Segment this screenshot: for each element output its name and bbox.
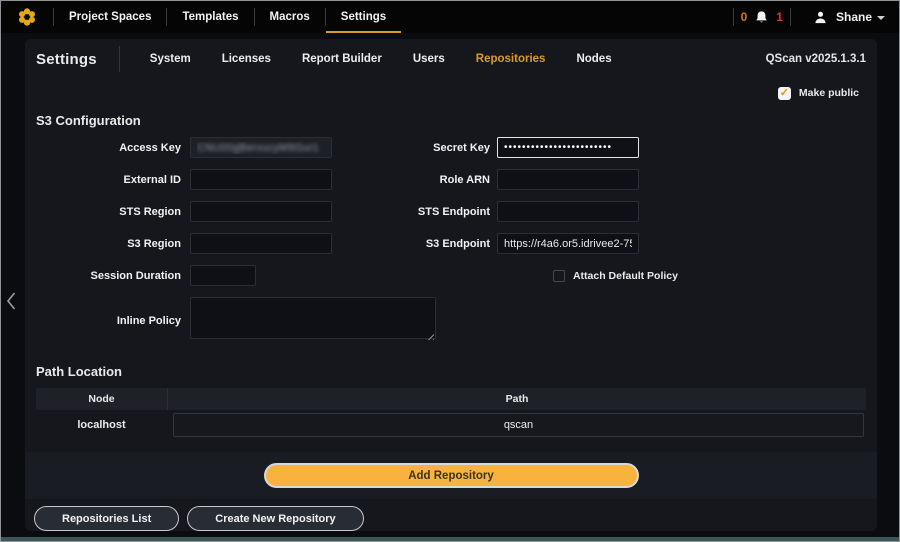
bell-icon[interactable] <box>754 10 769 25</box>
table-row: localhost qscan <box>36 410 866 440</box>
nav-templates[interactable]: Templates <box>167 1 253 33</box>
nav-project-spaces[interactable]: Project Spaces <box>54 1 166 33</box>
tab-users[interactable]: Users <box>413 53 445 65</box>
topbar-divider <box>733 8 734 26</box>
user-name: Shane <box>836 10 872 24</box>
attach-default-policy-row: Attach Default Policy <box>553 270 678 282</box>
flower-gear-logo-icon <box>17 7 37 27</box>
form-row-keys: Access Key Secret Key <box>25 137 877 158</box>
sts-region-input[interactable] <box>190 201 332 222</box>
top-navigation-bar: Project Spaces Templates Macros Settings… <box>1 1 899 33</box>
nav-macros[interactable]: Macros <box>255 1 325 33</box>
tab-nodes[interactable]: Nodes <box>576 53 611 65</box>
s3-endpoint-label: S3 Endpoint <box>341 238 490 250</box>
session-duration-input[interactable] <box>190 265 256 286</box>
notification-count-one: 1 <box>776 10 783 24</box>
repositories-list-button[interactable]: Repositories List <box>34 506 179 531</box>
chevron-left-icon <box>5 291 17 311</box>
secret-key-input[interactable] <box>497 137 639 158</box>
path-cell-input[interactable]: qscan <box>173 413 864 437</box>
sts-endpoint-label: STS Endpoint <box>341 206 490 218</box>
collapse-panel-button[interactable] <box>5 291 17 316</box>
secret-key-label: Secret Key <box>341 142 490 154</box>
tab-repositories[interactable]: Repositories <box>476 53 546 65</box>
create-new-repository-button[interactable]: Create New Repository <box>187 506 363 531</box>
path-location-table: Node Path localhost qscan <box>36 388 866 440</box>
table-header-row: Node Path <box>36 388 866 410</box>
s3-configuration-heading: S3 Configuration <box>36 113 877 129</box>
s3-region-input[interactable] <box>190 233 332 254</box>
attach-default-policy-label: Attach Default Policy <box>573 270 678 282</box>
s3-region-label: S3 Region <box>25 238 181 250</box>
form-row-inline-policy: Inline Policy <box>25 297 877 344</box>
session-duration-label: Session Duration <box>25 270 181 282</box>
page-title: Settings <box>36 51 97 68</box>
path-location-heading: Path Location <box>36 364 877 380</box>
sts-region-label: STS Region <box>25 206 181 218</box>
form-row-session: Session Duration Attach Default Policy <box>25 265 877 286</box>
node-cell: localhost <box>36 419 167 431</box>
role-arn-label: Role ARN <box>341 174 490 186</box>
chevron-down-icon <box>877 16 885 20</box>
settings-tabs: System Licenses Report Builder Users Rep… <box>150 53 612 65</box>
tab-report-builder[interactable]: Report Builder <box>302 53 382 65</box>
nav-settings[interactable]: Settings <box>326 1 401 33</box>
make-public-label: Make public <box>799 87 859 99</box>
form-row-s3: S3 Region S3 Endpoint <box>25 233 877 254</box>
column-header-path: Path <box>167 388 866 410</box>
role-arn-input[interactable] <box>497 169 639 190</box>
tab-licenses[interactable]: Licenses <box>222 53 271 65</box>
inline-policy-wrap <box>190 297 436 344</box>
user-menu[interactable]: Shane <box>803 10 885 25</box>
user-icon <box>813 10 828 25</box>
settings-header: Settings System Licenses Report Builder … <box>25 39 877 79</box>
topbar-divider <box>790 8 791 26</box>
make-public-row: ✓ Make public <box>25 85 877 101</box>
attach-default-policy-checkbox[interactable] <box>553 270 565 282</box>
bottom-actions-row: Repositories List Create New Repository <box>25 506 877 531</box>
app-logo[interactable] <box>1 1 53 33</box>
add-repository-strip: Add Repository <box>25 452 877 499</box>
s3-form: Access Key Secret Key External ID Role A… <box>25 137 877 344</box>
header-divider <box>119 46 120 72</box>
tab-system[interactable]: System <box>150 53 191 65</box>
settings-card: Settings System Licenses Report Builder … <box>25 39 877 531</box>
form-row-ids: External ID Role ARN <box>25 169 877 190</box>
bottom-edge-strip <box>1 537 899 541</box>
notification-count-zero: 0 <box>741 10 748 24</box>
make-public-checkbox[interactable]: ✓ <box>778 87 791 100</box>
qscan-settings-page: { "topbar": { "nav": [ { "label": "Proje… <box>0 0 900 542</box>
app-version: QScan v2025.1.3.1 <box>766 53 866 65</box>
column-header-node: Node <box>36 393 167 405</box>
access-key-label: Access Key <box>25 142 181 154</box>
access-key-input[interactable] <box>190 137 332 158</box>
s3-endpoint-input[interactable] <box>497 233 639 254</box>
form-row-sts: STS Region STS Endpoint <box>25 201 877 222</box>
add-repository-button[interactable]: Add Repository <box>264 463 639 488</box>
check-icon: ✓ <box>780 88 789 99</box>
inline-policy-textarea[interactable] <box>190 297 436 339</box>
inline-policy-label: Inline Policy <box>25 315 181 327</box>
topbar-right-cluster: 0 1 Shane <box>733 1 899 33</box>
sts-endpoint-input[interactable] <box>497 201 639 222</box>
external-id-input[interactable] <box>190 169 332 190</box>
external-id-label: External ID <box>25 174 181 186</box>
